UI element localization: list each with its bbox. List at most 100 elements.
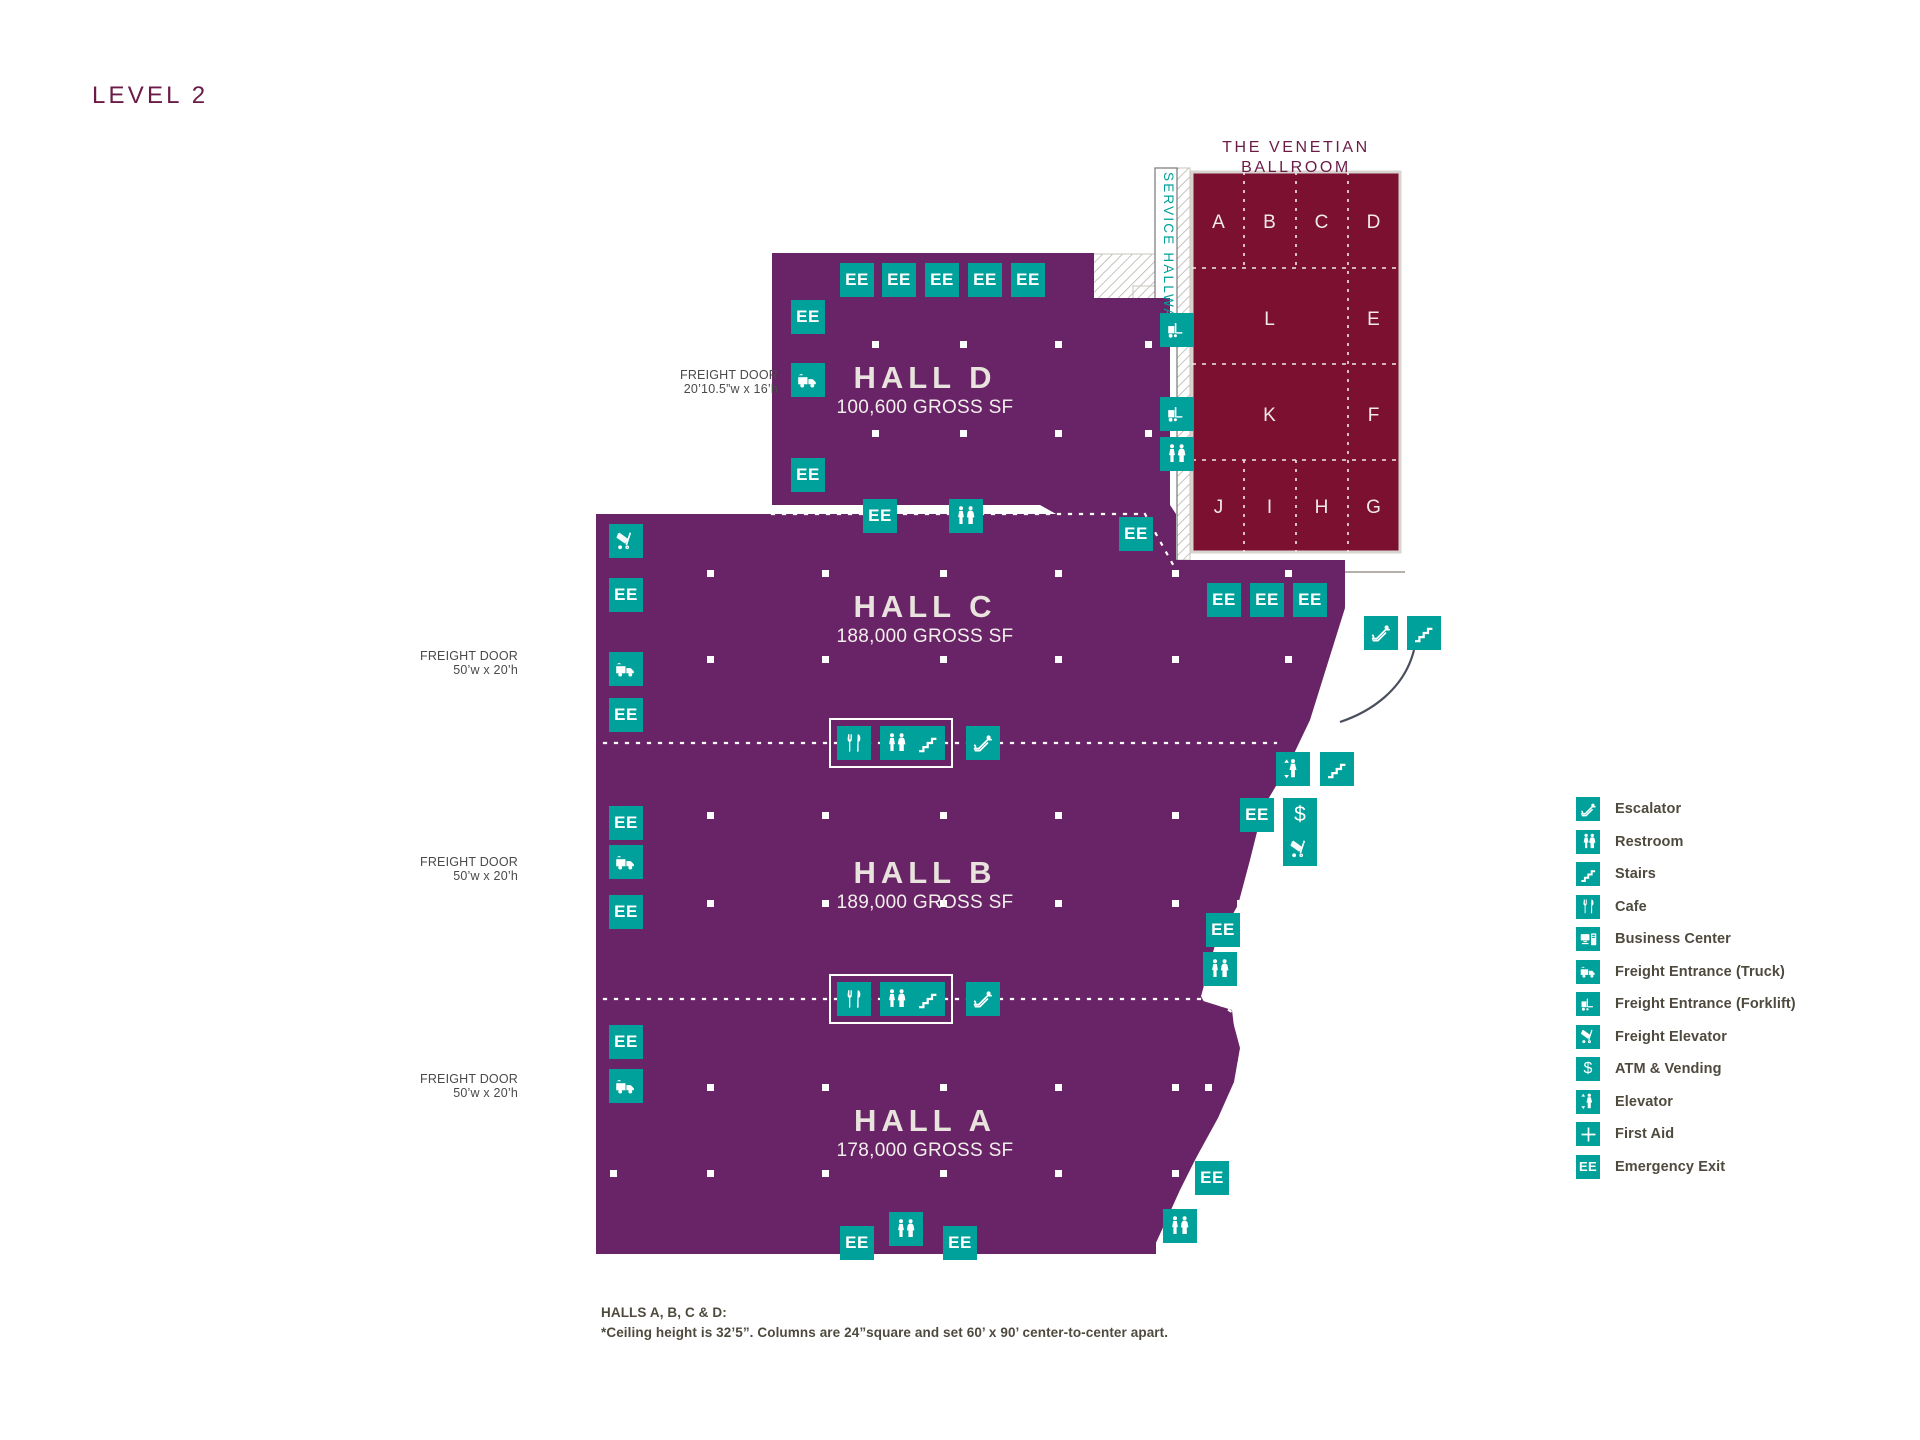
restroom-icon[interactable] <box>949 499 983 533</box>
emergency-exit-icon[interactable]: EE <box>609 895 643 929</box>
emergency-exit-icon[interactable]: EE <box>1119 517 1153 551</box>
legend-item-freight-truck[interactable]: Freight Entrance (Truck) <box>1576 956 1796 989</box>
service-hallway-label: SERVICE HALLWAY <box>1161 172 1176 330</box>
emergency-exit-icon[interactable]: EE <box>1011 263 1045 297</box>
freight-truck-icon[interactable] <box>609 845 643 879</box>
emergency-exit-icon[interactable]: EE <box>1207 583 1241 617</box>
emergency-exit-icon[interactable]: EE <box>1240 798 1274 832</box>
emergency-exit-icon: EE <box>1576 1154 1600 1179</box>
emergency-exit-icon[interactable]: EE <box>1250 583 1284 617</box>
freight-truck-icon[interactable] <box>609 652 643 686</box>
cafe-icon[interactable] <box>837 726 871 760</box>
emergency-exit-icon[interactable]: EE <box>863 499 897 533</box>
freight-truck-icon <box>1576 959 1600 984</box>
hall-b-name: HALL B <box>853 855 997 890</box>
stairs-icon <box>1576 862 1600 887</box>
legend-item-escalator[interactable]: Escalator <box>1576 793 1796 826</box>
emergency-exit-icon[interactable]: EE <box>791 300 825 334</box>
first-aid-icon <box>1576 1122 1600 1147</box>
emergency-exit-icon[interactable]: EE <box>791 458 825 492</box>
emergency-exit-icon[interactable]: EE <box>609 698 643 732</box>
ballroom-cell-h[interactable]: H <box>1315 497 1330 519</box>
footnote-line1: HALLS A, B, C & D: <box>601 1305 727 1320</box>
emergency-exit-icon[interactable]: EE <box>943 1226 977 1260</box>
emergency-exit-icon[interactable]: EE <box>925 263 959 297</box>
emergency-exit-icon[interactable]: EE <box>1195 1161 1229 1195</box>
hall-a-area: 178,000 GROSS SF <box>836 1140 1014 1161</box>
legend-item-emergency-exit[interactable]: EE Emergency Exit <box>1576 1151 1796 1184</box>
cafe-icon[interactable] <box>837 982 871 1016</box>
legend-label-business-center: Business Center <box>1615 931 1731 948</box>
hall-d-c-notch <box>1094 505 1176 514</box>
emergency-exit-icon[interactable]: EE <box>1206 913 1240 947</box>
legend-item-business-center[interactable]: Business Center <box>1576 923 1796 956</box>
freight-truck-icon[interactable] <box>609 1069 643 1103</box>
escalator-icon[interactable] <box>1364 616 1398 650</box>
restroom-icon[interactable] <box>1163 1209 1197 1243</box>
legend-item-cafe[interactable]: Cafe <box>1576 891 1796 924</box>
freight-elevator-icon[interactable] <box>609 524 643 558</box>
ballroom-cell-b[interactable]: B <box>1263 212 1277 234</box>
legend-item-freight-forklift[interactable]: Freight Entrance (Forklift) <box>1576 988 1796 1021</box>
legend-item-freight-elevator[interactable]: Freight Elevator <box>1576 1021 1796 1054</box>
ballroom-cell-j[interactable]: J <box>1214 497 1225 519</box>
hall-a-name: HALL A <box>854 1103 996 1138</box>
emergency-exit-icon[interactable]: EE <box>609 1025 643 1059</box>
legend-item-atm-vending[interactable]: $ ATM & Vending <box>1576 1053 1796 1086</box>
ballroom-cell-c[interactable]: C <box>1315 212 1330 234</box>
hall-d-name: HALL D <box>853 360 997 395</box>
emergency-exit-icon[interactable]: EE <box>609 578 643 612</box>
ballroom-cell-d[interactable]: D <box>1367 212 1382 234</box>
hall-c-area: 188,000 GROSS SF <box>836 626 1014 647</box>
stairs-icon[interactable] <box>1320 752 1354 786</box>
ballroom-cell-i[interactable]: I <box>1267 497 1273 519</box>
freight-door-a-label: FREIGHT DOOR 50’w x 20’h <box>278 1072 518 1100</box>
emergency-exit-icon[interactable]: EE <box>882 263 916 297</box>
emergency-exit-icon[interactable]: EE <box>840 1226 874 1260</box>
ballroom-cell-l[interactable]: L <box>1264 309 1276 331</box>
legend-item-first-aid[interactable]: First Aid <box>1576 1118 1796 1151</box>
stairs-icon[interactable] <box>1407 616 1441 650</box>
ballroom-cell-f[interactable]: F <box>1368 405 1381 427</box>
freight-elevator-icon[interactable] <box>1283 832 1317 866</box>
freight-forklift-icon[interactable] <box>1160 313 1194 347</box>
footnote: HALLS A, B, C & D: *Ceiling height is 32… <box>601 1303 1168 1343</box>
legend-label-freight-truck: Freight Entrance (Truck) <box>1615 963 1785 980</box>
ballroom-cell-g[interactable]: G <box>1366 497 1382 519</box>
escalator-icon[interactable] <box>966 982 1000 1016</box>
ballroom-cell-a[interactable]: A <box>1212 212 1226 234</box>
escalator-icon[interactable] <box>966 726 1000 760</box>
ballroom-cell-k[interactable]: K <box>1263 405 1277 427</box>
ballroom-cell-e[interactable]: E <box>1367 309 1381 331</box>
hall-c-name: HALL C <box>853 589 997 624</box>
atm-vending-icon[interactable]: $ <box>1283 798 1317 832</box>
freight-truck-icon[interactable] <box>791 363 825 397</box>
freight-elevator-icon <box>1576 1024 1600 1049</box>
freight-door-c-line1: FREIGHT DOOR <box>419 649 518 663</box>
freight-door-a-line2: 50’w x 20’h <box>453 1086 518 1100</box>
freight-door-b-line1: FREIGHT DOOR <box>419 855 518 869</box>
emergency-exit-icon[interactable]: EE <box>968 263 1002 297</box>
restroom-icon[interactable] <box>889 1212 923 1246</box>
legend: Escalator Restroom Stairs Cafe Business … <box>1576 793 1796 1183</box>
legend-label-atm-vending: ATM & Vending <box>1615 1061 1722 1078</box>
restroom-icon[interactable] <box>880 982 914 1016</box>
legend-item-stairs[interactable]: Stairs <box>1576 858 1796 891</box>
freight-door-b-line2: 50’w x 20’h <box>453 869 518 883</box>
restroom-icon[interactable] <box>1203 952 1237 986</box>
emergency-exit-icon[interactable]: EE <box>609 806 643 840</box>
stairs-icon[interactable] <box>911 726 945 760</box>
emergency-exit-icon[interactable]: EE <box>840 263 874 297</box>
freight-door-d-line1: FREIGHT DOOR <box>679 368 778 382</box>
restroom-icon[interactable] <box>880 726 914 760</box>
legend-item-elevator[interactable]: Elevator <box>1576 1086 1796 1119</box>
floor-plan-map: LEVEL 2 THE VENETIAN BALLROOM A B C D L … <box>0 0 1920 1440</box>
emergency-exit-icon[interactable]: EE <box>1293 583 1327 617</box>
elevator-icon[interactable] <box>1276 752 1310 786</box>
legend-item-restroom[interactable]: Restroom <box>1576 826 1796 859</box>
stairs-icon[interactable] <box>911 982 945 1016</box>
freight-forklift-icon[interactable] <box>1160 397 1194 431</box>
freight-forklift-icon <box>1576 992 1600 1017</box>
restroom-icon[interactable] <box>1160 437 1194 471</box>
freight-door-d-label: FREIGHT DOOR 20’10.5”w x 16’h <box>538 368 778 396</box>
